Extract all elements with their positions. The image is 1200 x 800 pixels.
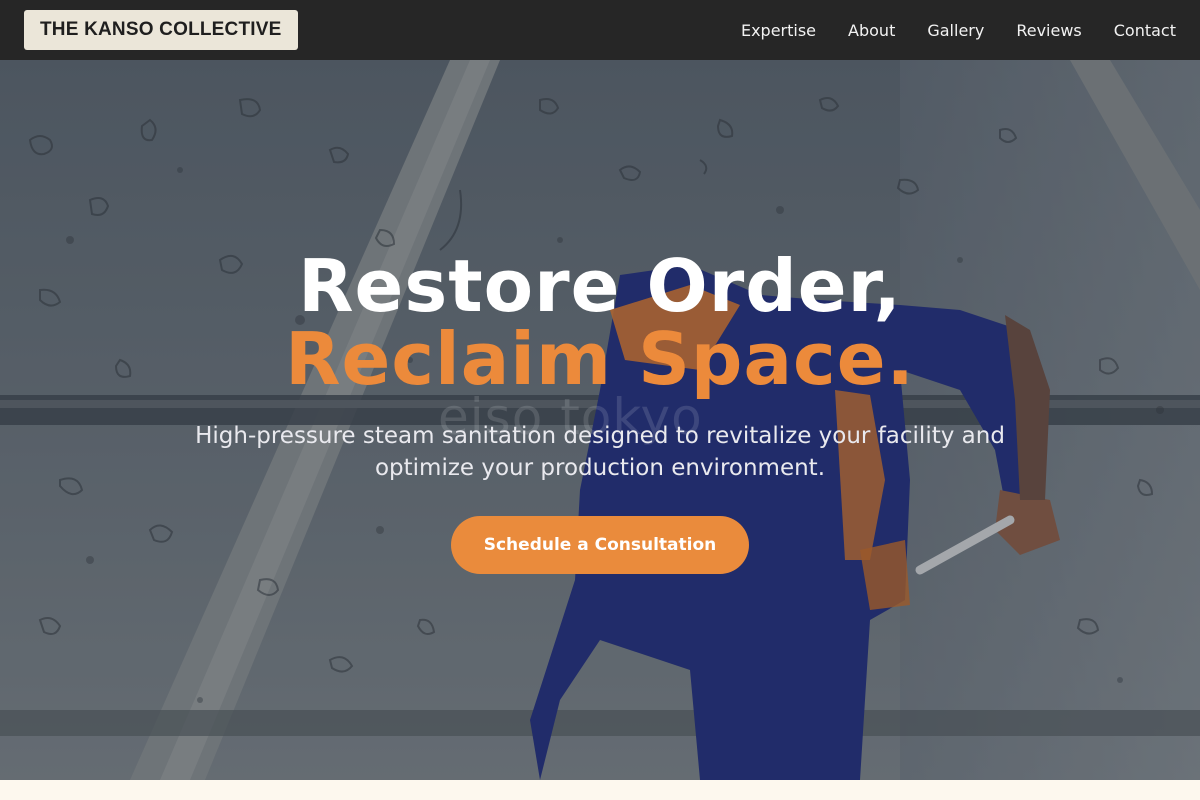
- nav-link-contact[interactable]: Contact: [1114, 21, 1176, 40]
- nav-link-gallery[interactable]: Gallery: [927, 21, 984, 40]
- main-nav: Expertise About Gallery Reviews Contact: [741, 21, 1176, 40]
- hero-subtitle: High-pressure steam sanitation designed …: [195, 423, 1005, 481]
- top-navbar: THE KANSO COLLECTIVE Expertise About Gal…: [0, 0, 1200, 60]
- hero-content: Restore Order, Reclaim Space. High-press…: [0, 250, 1200, 574]
- headline-line-2: Reclaim Space.: [285, 317, 915, 401]
- hero-section: eiso tokyo Restore Order, Reclaim Space.…: [0, 60, 1200, 780]
- headline-line-1: Restore Order,: [298, 244, 902, 328]
- nav-link-reviews[interactable]: Reviews: [1016, 21, 1081, 40]
- next-section-edge: [0, 780, 1200, 800]
- hero-headline: Restore Order, Reclaim Space.: [0, 250, 1200, 396]
- nav-link-expertise[interactable]: Expertise: [741, 21, 816, 40]
- schedule-consultation-button[interactable]: Schedule a Consultation: [450, 516, 750, 574]
- nav-link-about[interactable]: About: [848, 21, 895, 40]
- brand-logo[interactable]: THE KANSO COLLECTIVE: [24, 10, 298, 50]
